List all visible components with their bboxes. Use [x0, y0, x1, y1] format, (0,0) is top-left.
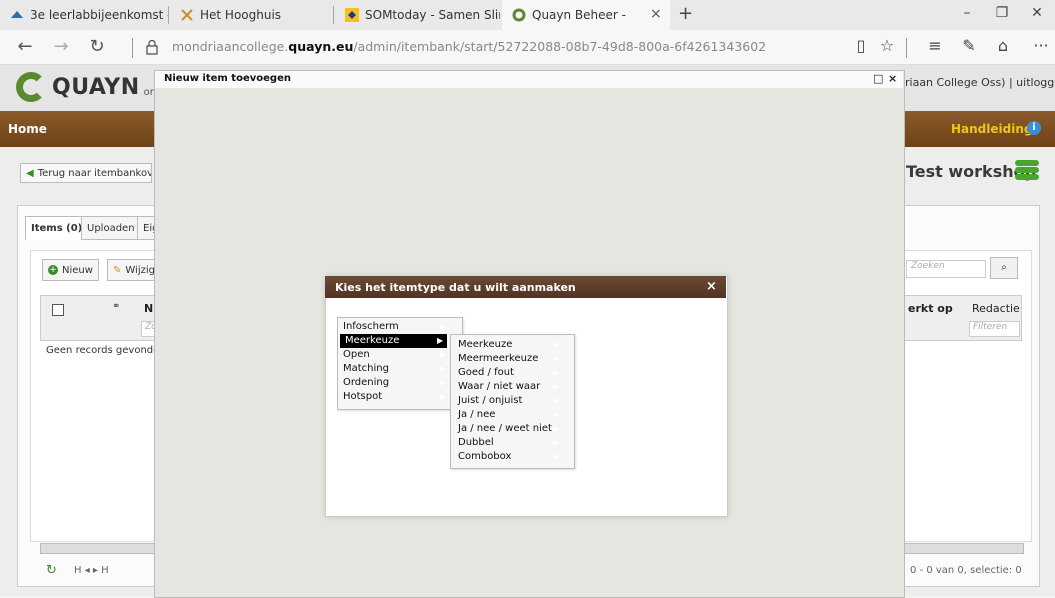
pencil-icon: ✎: [113, 264, 122, 276]
back-to-itembank-button[interactable]: ◀ Terug naar itembankoverz: [20, 163, 152, 183]
tab-label: Quayn Beheer -: [532, 8, 626, 22]
plus-icon: +: [48, 265, 58, 275]
hub-icon[interactable]: ≡: [924, 36, 946, 55]
submenu-item-ja-nee-weet-niet[interactable]: Ja / nee / weet niet ▶: [453, 422, 574, 436]
menu-item-meerkeuze[interactable]: Meerkeuze ▶: [340, 334, 447, 348]
quayn-icon: [512, 8, 526, 22]
quayn-logo: QUAYN onlir: [16, 72, 166, 102]
new-button-label: Nieuw: [62, 264, 93, 276]
favorite-star-icon[interactable]: ☆: [876, 36, 898, 55]
back-arrow-icon[interactable]: ←: [14, 36, 36, 57]
user-line[interactable]: riaan College Oss) | uitloggen: [905, 76, 1055, 89]
filter-redactie[interactable]: Filteren: [969, 321, 1020, 337]
divider: [906, 38, 907, 58]
arrow-left-icon: ◀: [26, 167, 34, 179]
tab-label: Het Hooghuis: [200, 8, 282, 22]
browser-tab-1[interactable]: 3e leerlabbijeenkomst - Au: [0, 0, 168, 30]
modal-close-icon[interactable]: ×: [888, 72, 897, 85]
somtoday-icon: [345, 8, 359, 22]
lock-icon: [146, 39, 158, 58]
submenu-item-goed-fout[interactable]: Goed / fout ▶: [453, 366, 574, 380]
modal-title: Nieuw item toevoegen: [164, 73, 291, 84]
column-header-redactie[interactable]: Redactie: [972, 302, 1020, 315]
help-info-icon[interactable]: i: [1027, 121, 1041, 135]
new-tab-button[interactable]: +: [678, 3, 693, 24]
meerkeuze-submenu: Meerkeuze ▶ Meermeerkeuze ▶ Goed / fout ▶ W…: [450, 334, 575, 469]
logo-text: QUAYN: [52, 74, 140, 100]
submenu-item-dubbel[interactable]: Dubbel ▶: [453, 436, 574, 450]
restore-button[interactable]: ❐: [992, 5, 1012, 21]
browser-tab-2[interactable]: Het Hooghuis: [170, 0, 320, 30]
link-icon: ⚭: [112, 301, 121, 312]
quayn-logo-icon: [16, 72, 46, 102]
submenu-item-meermeerkeuze[interactable]: Meermeerkeuze ▶: [453, 352, 574, 366]
dialog-close-icon[interactable]: ×: [706, 279, 717, 294]
back-button-label: Terug naar itembankoverz: [37, 167, 151, 179]
share-icon[interactable]: ⌂: [992, 36, 1014, 55]
search-input[interactable]: Zoeken: [906, 260, 986, 278]
submenu-item-meerkeuze[interactable]: Meerkeuze ▶: [453, 338, 574, 352]
menu-item-hotspot[interactable]: Hotspot ▶: [338, 390, 462, 404]
refresh-grid-icon[interactable]: ↻: [46, 563, 57, 578]
hooghuis-icon: [180, 8, 194, 22]
search-icon[interactable]: ⌕: [990, 257, 1018, 279]
reading-view-icon[interactable]: ▯: [850, 36, 872, 55]
dialog-title: Kies het itemtype dat u wilt aanmaken: [335, 281, 576, 294]
nav-home[interactable]: Home: [8, 122, 47, 136]
itemtype-menu: Infoscherm ▶ Meerkeuze ▶ Open ▶ Matching ▶ O…: [337, 317, 463, 410]
cloud-icon: [10, 8, 24, 22]
web-note-icon[interactable]: ✎: [958, 36, 980, 55]
url-field[interactable]: mondriaancollege.quayn.eu/admin/itembank…: [172, 39, 766, 54]
forward-arrow-icon[interactable]: →: [50, 36, 72, 57]
tab-label: 3e leerlabbijeenkomst - Au: [30, 8, 168, 22]
menu-item-matching[interactable]: Matching ▶: [338, 362, 462, 376]
maximize-icon[interactable]: □: [873, 72, 883, 85]
pager-controls[interactable]: H ◂ ▸ H: [74, 565, 109, 576]
menu-item-ordening[interactable]: Ordening ▶: [338, 376, 462, 390]
tab-items[interactable]: Items (0): [25, 216, 89, 240]
submenu-item-combobox[interactable]: Combobox ▶: [453, 450, 574, 464]
submenu-item-ja-nee[interactable]: Ja / nee ▶: [453, 408, 574, 422]
menu-item-open[interactable]: Open ▶: [338, 348, 462, 362]
menu-item-infoscherm[interactable]: Infoscherm ▶: [338, 320, 462, 334]
divider: [132, 38, 133, 58]
edit-button-label: Wijzig: [125, 264, 155, 276]
new-item-button[interactable]: + Nieuw: [42, 259, 99, 281]
submenu-item-juist-onjuist[interactable]: Juist / onjuist ▶: [453, 394, 574, 408]
browser-tab-quayn[interactable]: Quayn Beheer -: [502, 0, 670, 30]
more-menu-icon[interactable]: ···: [1030, 36, 1052, 55]
tab-separator: [168, 6, 169, 24]
nav-handleiding[interactable]: Handleiding: [951, 122, 1032, 136]
tab-uploaden[interactable]: Uploaden: [81, 216, 141, 240]
no-records-message: Geen records gevonden.: [46, 345, 169, 356]
browser-tab-3[interactable]: SOMtoday - Samen Slimme: [335, 0, 500, 30]
tab-label: SOMtoday - Samen Slimme: [365, 8, 500, 22]
tab-separator: [333, 6, 334, 24]
edit-item-button[interactable]: ✎ Wijzig: [107, 259, 161, 281]
column-header-werkt-op[interactable]: erkt op: [908, 302, 953, 315]
database-icon[interactable]: [1015, 160, 1039, 182]
select-all-checkbox[interactable]: [52, 304, 64, 316]
close-window-button[interactable]: ✕: [1027, 5, 1047, 21]
refresh-icon[interactable]: ↻: [86, 36, 108, 57]
submenu-item-waar-niet-waar[interactable]: Waar / niet waar ▶: [453, 380, 574, 394]
minimize-button[interactable]: –: [957, 5, 977, 21]
pager-summary: 0 - 0 van 0, selectie: 0: [910, 565, 1022, 576]
tab-close-icon[interactable]: ×: [650, 6, 662, 22]
